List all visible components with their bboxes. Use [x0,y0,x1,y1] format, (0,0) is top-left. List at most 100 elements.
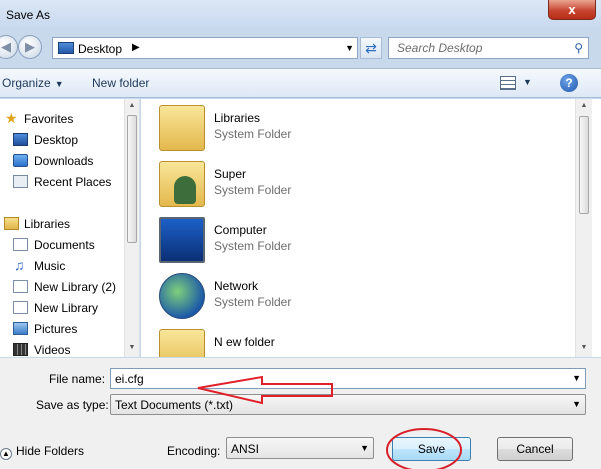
downloads-icon [13,154,28,167]
scroll-up-icon[interactable]: ▲ [577,99,591,113]
file-name-label: File name: [49,372,106,386]
search-input[interactable] [389,38,567,58]
sidebar-item-libraries[interactable]: Libraries [0,214,122,234]
chevron-down-icon[interactable]: ▼ [572,399,581,409]
breadcrumb-chevron-icon[interactable]: ▶ [132,42,140,53]
file-type: System Folder [214,183,292,197]
refresh-button[interactable]: ⇄ [360,37,382,59]
sidebar-item-label: Downloads [34,154,94,168]
save-as-type-label: Save as type: [36,398,109,412]
desktop-icon [13,133,28,146]
navigation-bar: ◀ ▶ Desktop ▶ ▼ ⇄ ⚲ [0,32,601,64]
scrollbar-thumb[interactable] [579,116,589,214]
documents-icon [13,238,28,251]
sidebar-item-videos[interactable]: Videos [0,340,122,357]
forward-button[interactable]: ▶ [18,35,42,59]
back-button[interactable]: ◀ [0,35,18,59]
chevron-down-icon[interactable]: ▼ [360,443,369,453]
file-name: Computer [214,223,267,237]
forward-arrow-icon: ▶ [25,39,35,54]
hide-folders-label: Hide Folders [16,444,85,458]
sidebar-item-label: Videos [34,343,71,357]
sidebar-item-favorites[interactable]: ★ Favorites [0,109,122,129]
file-type: System Folder [214,295,292,309]
list-item-network[interactable]: Network System Folder [159,273,459,323]
sidebar-item-downloads[interactable]: Downloads [0,151,122,171]
sidebar-item-label: Documents [34,238,95,252]
sidebar-item-music[interactable]: ♫ Music [0,256,122,276]
list-item-new-folder[interactable]: N ew folder [159,329,459,357]
user-folder-icon [159,161,205,207]
computer-icon [159,217,205,263]
star-icon: ★ [5,110,18,126]
folder-icon [159,329,205,357]
chevron-down-icon: ▼ [54,79,64,89]
organize-button[interactable]: Organize ▼ [2,76,64,90]
search-box: ⚲ [388,37,589,59]
back-arrow-icon: ◀ [1,39,11,54]
encoding-select[interactable]: ANSI ▼ [226,437,374,459]
organize-label: Organize [2,76,51,90]
sidebar-item-documents[interactable]: Documents [0,235,122,255]
sidebar-item-new-library[interactable]: New Library [0,298,122,318]
navigation-pane-scrollbar[interactable]: ▲ ▼ [124,99,139,357]
file-list-scrollbar[interactable]: ▲ ▼ [575,99,592,357]
close-icon: x [568,2,576,17]
help-icon[interactable]: ? [560,74,578,92]
hide-folders-button[interactable]: ▲ Hide Folders [0,444,84,460]
scrollbar-thumb[interactable] [127,115,137,243]
encoding-label: Encoding: [167,444,221,458]
file-name: Libraries [214,111,261,125]
desktop-icon [58,42,74,54]
breadcrumb-desktop[interactable]: Desktop [78,42,122,56]
address-dropdown-icon[interactable]: ▼ [345,43,354,53]
scroll-down-icon[interactable]: ▼ [125,341,139,355]
file-name: N ew folder [214,335,275,349]
file-name: Network [214,279,259,293]
sidebar-item-recent-places[interactable]: Recent Places [0,172,122,192]
sidebar-item-label: Recent Places [34,175,112,189]
cancel-button[interactable]: Cancel [497,437,573,461]
refresh-icon: ⇄ [365,40,377,56]
close-button[interactable]: x [548,0,596,20]
library-icon [13,301,28,314]
address-bar[interactable]: Desktop ▶ ▼ [52,37,358,59]
list-item-super[interactable]: Super System Folder [159,161,459,211]
collapse-icon: ▲ [0,448,12,460]
file-list: Libraries System Folder Super System Fol… [141,99,601,357]
sidebar-item-label: New Library [34,301,99,315]
sidebar-item-pictures[interactable]: Pictures [0,319,122,339]
sidebar-item-label: Libraries [24,217,71,231]
file-name: Super [214,167,247,181]
sidebar-item-label: Desktop [34,133,79,147]
search-icon[interactable]: ⚲ [574,41,583,55]
encoding-value: ANSI [231,442,260,456]
music-icon: ♫ [14,257,25,273]
sidebar-item-label: Pictures [34,322,78,336]
new-folder-button[interactable]: New folder [92,76,149,90]
sidebar-item-desktop[interactable]: Desktop [0,130,122,150]
scroll-down-icon[interactable]: ▼ [577,341,591,355]
title-bar: Save As x [0,0,601,30]
list-item-computer[interactable]: Computer System Folder [159,217,459,267]
pictures-icon [13,322,28,335]
videos-icon [13,343,28,356]
library-icon [13,280,28,293]
view-options-dropdown-icon[interactable]: ▼ [523,77,532,87]
sidebar-item-label: Favorites [24,112,74,126]
file-name-value[interactable]: ei.cfg [115,372,144,386]
command-toolbar: Organize ▼ New folder ▼ ? [0,68,601,98]
save-button[interactable]: Save [392,437,471,461]
sidebar-item-new-library-2[interactable]: New Library (2) [0,277,122,297]
scroll-up-icon[interactable]: ▲ [125,99,139,113]
sidebar-item-label: Music [34,259,66,273]
list-item-libraries[interactable]: Libraries System Folder [159,105,459,155]
change-view-icon[interactable] [500,76,516,90]
save-as-type-select[interactable]: Text Documents (*.txt) ▼ [110,394,586,415]
file-name-field[interactable]: ei.cfg ▼ [110,368,586,389]
file-type: System Folder [214,239,292,253]
chevron-down-icon[interactable]: ▼ [572,373,581,383]
sidebar-item-label: New Library (2) [34,280,117,294]
recent-places-icon [13,175,28,188]
save-as-type-value: Text Documents (*.txt) [115,398,234,412]
